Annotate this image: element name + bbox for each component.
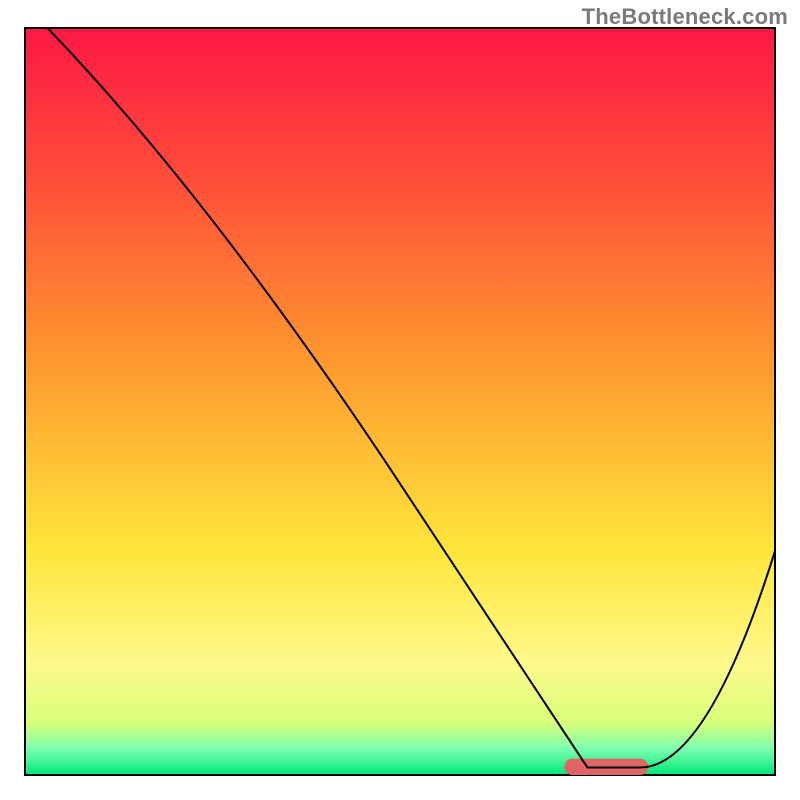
chart-background-gradient — [25, 28, 775, 775]
watermark-text: TheBottleneck.com — [582, 4, 788, 30]
bottleneck-chart — [0, 0, 800, 800]
